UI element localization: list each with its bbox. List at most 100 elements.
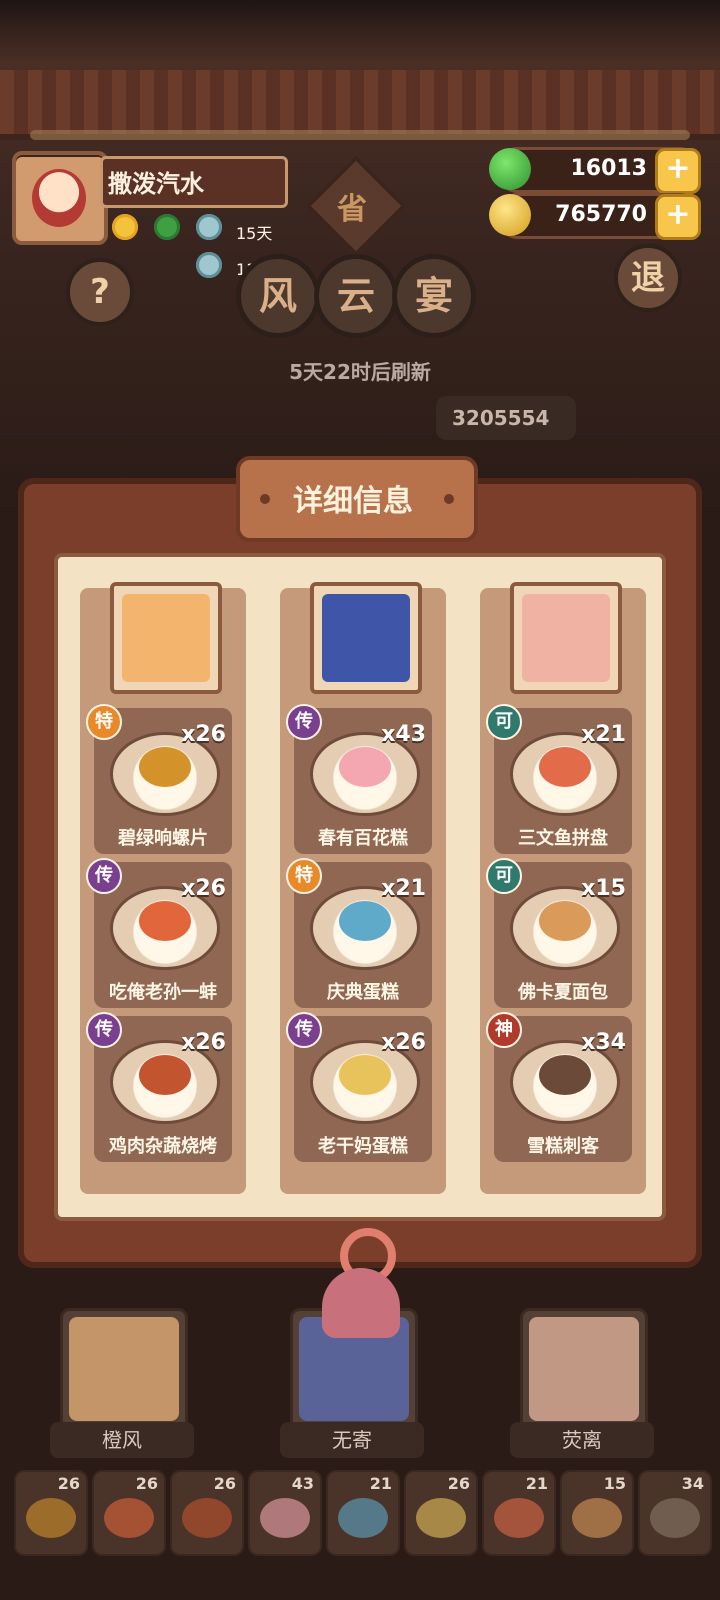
dish-topping-icon (139, 901, 191, 941)
food-slot[interactable]: 21 (482, 1470, 556, 1556)
bowl-buff-icon[interactable] (196, 214, 222, 240)
food-slot[interactable]: 26 (14, 1470, 88, 1556)
slot-count: 26 (447, 1474, 470, 1493)
slot-count: 15 (603, 1474, 626, 1493)
province-label: 省 (337, 192, 367, 227)
item-quantity: x43 (381, 722, 426, 747)
rope-decoration (30, 130, 690, 140)
food-slot[interactable]: 26 (404, 1470, 478, 1556)
dish-topping-icon (139, 1055, 191, 1095)
slot-count: 43 (291, 1474, 314, 1493)
quit-button[interactable]: 退 (614, 244, 682, 312)
dish-icon (338, 1498, 388, 1538)
item-quantity: x26 (381, 1030, 426, 1055)
character-portrait-icon (122, 594, 210, 682)
rarity-badge: 传 (86, 1012, 122, 1048)
coin-icon (489, 194, 531, 236)
character-name[interactable]: 荧离 (510, 1422, 654, 1458)
food-item[interactable]: 传 x26 老干妈蛋糕 (286, 1012, 432, 1162)
character-name[interactable]: 无寄 (280, 1422, 424, 1458)
dish-topping-icon (339, 747, 391, 787)
character-name[interactable]: 橙风 (50, 1422, 194, 1458)
character-portrait[interactable] (510, 582, 622, 694)
character-portrait[interactable] (310, 582, 422, 694)
slot-count: 21 (369, 1474, 392, 1493)
event-title-char: 云 (314, 254, 398, 338)
character-column: 特 x26 碧绿响螺片传 x26 吃俺老孙一蚌传 x26 鸡肉杂蔬烧烤 (80, 582, 246, 1194)
coin-currency: 765770 + (489, 193, 701, 240)
dish-icon (572, 1498, 622, 1538)
food-item[interactable]: 传 x26 鸡肉杂蔬烧烤 (86, 1012, 232, 1162)
slot-count: 26 (213, 1474, 236, 1493)
food-item[interactable]: 传 x43 春有百花糕 (286, 704, 432, 854)
character-portrait-icon (529, 1317, 639, 1421)
character-portrait-icon (322, 594, 410, 682)
food-slot[interactable]: 15 (560, 1470, 634, 1556)
character-column: 可 x21 三文鱼拼盘可 x15 佛卡夏面包神 x34 雪糕刺客 (480, 582, 646, 1194)
food-slot[interactable]: 26 (92, 1470, 166, 1556)
coin-buff-icon[interactable] (112, 214, 138, 240)
character-tab[interactable] (60, 1308, 188, 1434)
item-quantity: x21 (581, 722, 626, 747)
dish-icon (416, 1498, 466, 1538)
item-name: 碧绿响螺片 (118, 828, 208, 849)
bowl-buff-icon[interactable] (196, 252, 222, 278)
slot-count: 26 (57, 1474, 80, 1493)
item-name: 吃俺老孙一蚌 (109, 982, 217, 1003)
food-item[interactable]: 传 x26 吃俺老孙一蚌 (86, 858, 232, 1008)
food-slot[interactable]: 43 (248, 1470, 322, 1556)
help-button[interactable]: ? (66, 258, 134, 326)
food-slot[interactable]: 34 (638, 1470, 712, 1556)
dish-topping-icon (539, 1055, 591, 1095)
jade-icon (489, 148, 531, 190)
panel-title: 详细信息 (293, 484, 413, 519)
add-coins-button[interactable]: + (655, 194, 701, 240)
dish-topping-icon (339, 1055, 391, 1095)
food-item[interactable]: 特 x21 庆典蛋糕 (286, 858, 432, 1008)
food-slot[interactable]: 21 (326, 1470, 400, 1556)
slot-count: 26 (135, 1474, 158, 1493)
rarity-badge: 可 (486, 858, 522, 894)
dish-icon (104, 1498, 154, 1538)
add-jade-button[interactable]: + (655, 148, 701, 194)
character-tab[interactable] (520, 1308, 648, 1434)
player-avatar[interactable] (12, 151, 108, 245)
player-name: 撒泼汽水 (108, 170, 204, 198)
item-name: 鸡肉杂蔬烧烤 (109, 1136, 217, 1157)
event-title-char: 风 (236, 254, 320, 338)
dish-topping-icon (539, 747, 591, 787)
slot-count: 34 (681, 1474, 704, 1493)
dish-topping-icon (139, 747, 191, 787)
dish-icon (182, 1498, 232, 1538)
food-item[interactable]: 特 x26 碧绿响螺片 (86, 704, 232, 854)
refresh-timer: 5天22时后刷新 (289, 360, 431, 384)
food-item[interactable]: 神 x34 雪糕刺客 (486, 1012, 632, 1162)
item-quantity: x15 (581, 876, 626, 901)
rarity-badge: 传 (286, 704, 322, 740)
slot-count: 21 (525, 1474, 548, 1493)
character-portrait-icon (522, 594, 610, 682)
rarity-badge: 传 (86, 858, 122, 894)
avatar-face-icon (32, 169, 86, 227)
item-name: 春有百花糕 (318, 828, 408, 849)
jade-currency: 16013 + (489, 147, 701, 194)
buff-duration: 15天 (236, 224, 273, 243)
character-portrait[interactable] (110, 582, 222, 694)
food-slot[interactable]: 26 (170, 1470, 244, 1556)
dish-icon (260, 1498, 310, 1538)
item-name: 庆典蛋糕 (327, 982, 399, 1003)
item-name: 佛卡夏面包 (518, 982, 608, 1003)
chinese-knot-icon (318, 1228, 404, 1338)
food-item[interactable]: 可 x15 佛卡夏面包 (486, 858, 632, 1008)
rarity-badge: 神 (486, 1012, 522, 1048)
knot-tassel (322, 1268, 400, 1338)
rarity-badge: 特 (286, 858, 322, 894)
food-item[interactable]: 可 x21 三文鱼拼盘 (486, 704, 632, 854)
jade-buff-icon[interactable] (154, 214, 180, 240)
item-quantity: x34 (581, 1030, 626, 1055)
rarity-badge: 传 (286, 1012, 322, 1048)
dish-icon (494, 1498, 544, 1538)
item-name: 老干妈蛋糕 (318, 1136, 408, 1157)
coin-amount: 765770 (555, 202, 647, 227)
character-column: 传 x43 春有百花糕特 x21 庆典蛋糕传 x26 老干妈蛋糕 (280, 582, 446, 1194)
